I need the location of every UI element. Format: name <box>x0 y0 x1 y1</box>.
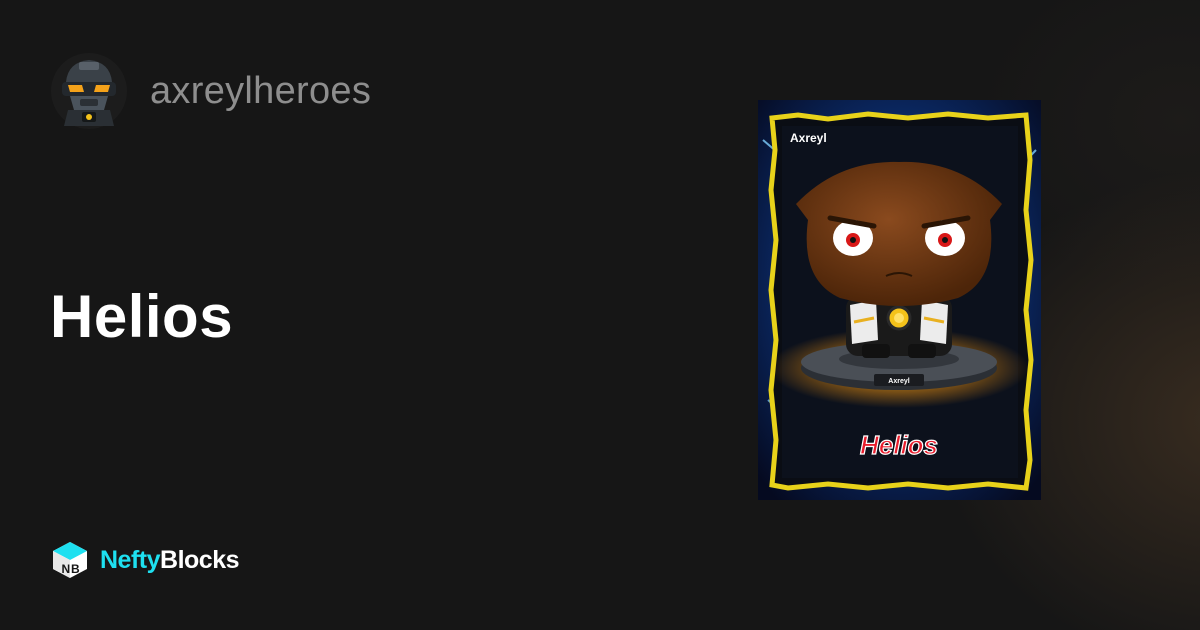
neftyblocks-brand[interactable]: N B NeftyBlocks <box>50 540 239 580</box>
character-head <box>796 161 1002 306</box>
robot-helmet-icon <box>51 53 127 129</box>
asset-title: Helios <box>50 283 234 350</box>
brand-part-nefty: Nefty <box>100 545 161 574</box>
brand-part-blocks: Blocks <box>160 545 239 574</box>
card-top-label: Axreyl <box>790 131 827 145</box>
card-base-label: Axreyl <box>888 378 909 385</box>
nb-cube-icon: N B <box>53 542 87 578</box>
svg-text:N: N <box>62 562 71 576</box>
svg-text:B: B <box>71 562 80 576</box>
collection-name[interactable]: axreylheroes <box>150 70 371 113</box>
asset-card-image[interactable]: Axreyl Axreyl Helios <box>758 100 1041 500</box>
collection-header[interactable]: axreylheroes <box>50 53 371 129</box>
card-name-text: Helios <box>860 430 938 460</box>
brand-wordmark: NeftyBlocks <box>100 546 239 575</box>
